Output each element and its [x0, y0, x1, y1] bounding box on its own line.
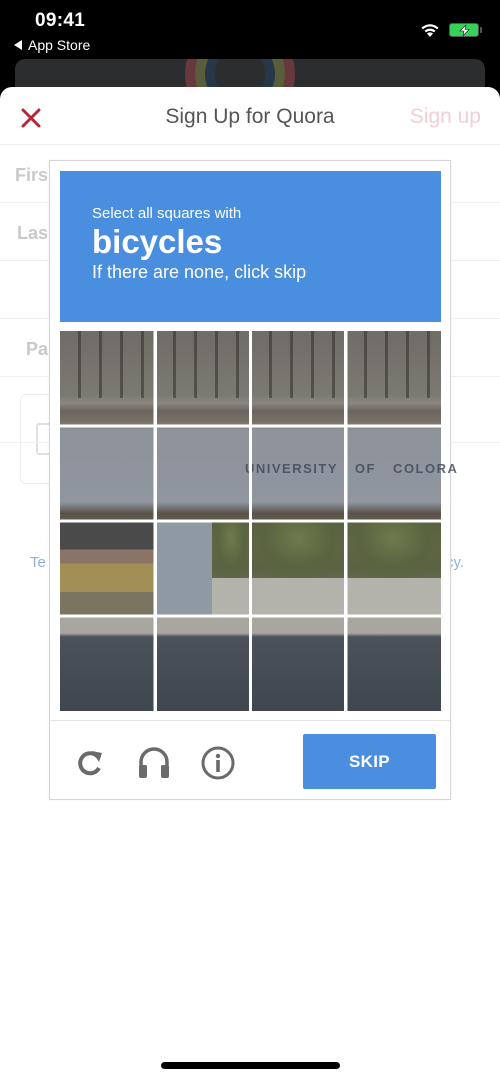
back-app-label: App Store: [28, 37, 91, 53]
captcha-header: Select all squares with bicycles If ther…: [60, 171, 441, 322]
captcha-tile[interactable]: [60, 521, 156, 616]
captcha-tile[interactable]: [250, 616, 346, 711]
home-indicator[interactable]: [161, 1062, 340, 1069]
captcha-tile[interactable]: [60, 426, 156, 521]
arch-pillar: [155, 521, 213, 616]
battery-charging-icon: [449, 23, 479, 37]
captcha-instruction: Select all squares with: [92, 205, 242, 222]
captcha-tile[interactable]: [60, 331, 156, 426]
captcha-tile[interactable]: [155, 521, 251, 616]
audio-headphones-icon[interactable]: [136, 745, 172, 781]
captcha-tile[interactable]: [345, 331, 441, 426]
road-shadow: [250, 616, 346, 711]
captcha-target: bicycles: [92, 223, 223, 260]
building-panels: [250, 331, 346, 398]
storefront: [60, 521, 156, 616]
road-shadow: [155, 616, 251, 711]
road: [345, 578, 441, 616]
tree-foliage: [212, 521, 251, 578]
last-name-label: Las: [17, 223, 49, 243]
status-bar: 09:41 App Store: [0, 0, 500, 58]
status-time: 09:41: [35, 10, 86, 31]
road: [250, 578, 346, 616]
captcha-tile[interactable]: [250, 521, 346, 616]
captcha-tile[interactable]: [155, 331, 251, 426]
sign-up-button[interactable]: Sign up: [410, 105, 481, 129]
battery-tip: [480, 27, 482, 33]
captcha-image-grid: UNIVERSITY OF COLORA: [60, 331, 457, 711]
captcha-dialog: Select all squares with bicycles If ther…: [49, 160, 457, 800]
captcha-tile[interactable]: [250, 331, 346, 426]
tree-foliage: [250, 521, 346, 578]
reload-icon[interactable]: [72, 745, 108, 781]
captcha-tile[interactable]: [345, 616, 441, 711]
captcha-tile[interactable]: [155, 616, 251, 711]
road-shadow: [60, 616, 156, 711]
first-name-label: Firs: [15, 165, 49, 185]
back-to-app-store[interactable]: App Store: [14, 37, 90, 53]
wifi-icon: [421, 24, 439, 37]
captcha-tile[interactable]: [345, 426, 441, 521]
terms-text-left[interactable]: Te: [30, 554, 46, 571]
captcha-footer: SKIP: [50, 720, 450, 800]
road-shadow: [345, 616, 441, 711]
captcha-tile[interactable]: [345, 521, 441, 616]
skip-button[interactable]: SKIP: [303, 734, 436, 789]
captcha-tile[interactable]: [155, 426, 251, 521]
password-label: Pa: [26, 339, 49, 359]
info-icon[interactable]: [200, 745, 236, 781]
tree-foliage: [345, 521, 441, 578]
building-panels: [345, 331, 441, 398]
captcha-tile[interactable]: [250, 426, 346, 521]
captcha-tile[interactable]: [60, 616, 156, 711]
back-triangle-icon: [14, 40, 22, 50]
building-panels: [60, 331, 156, 398]
nav-bar: Sign Up for Quora Sign up: [0, 87, 500, 145]
building-panels: [155, 331, 251, 398]
captcha-hint: If there are none, click skip: [92, 262, 307, 282]
